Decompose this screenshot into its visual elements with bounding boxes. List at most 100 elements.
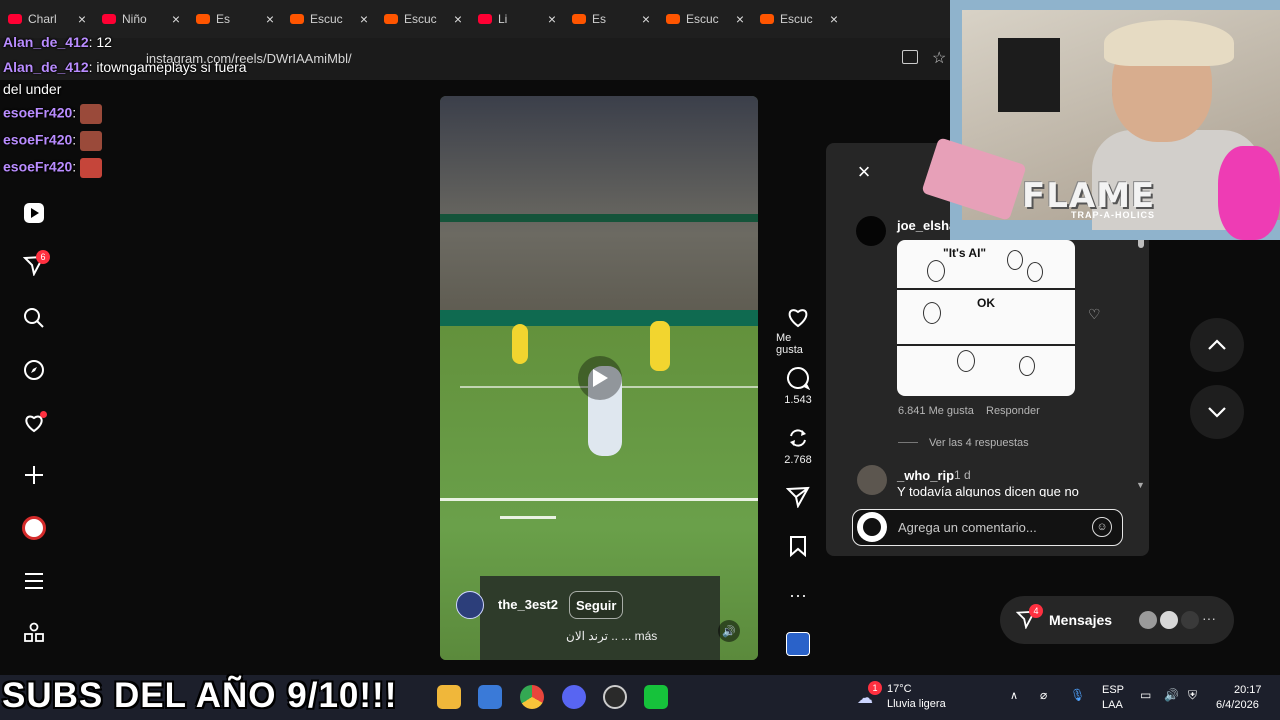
follow-button[interactable]: Seguir <box>569 591 624 619</box>
comment-icon <box>787 366 810 390</box>
tab-title: Escuc <box>404 12 437 26</box>
obs-icon[interactable] <box>603 685 627 709</box>
chat-message: del under <box>3 81 61 97</box>
tab-title: Es <box>216 12 231 26</box>
file-explorer-icon[interactable] <box>437 685 461 709</box>
comment-text: Y todavía algunos dicen que no <box>897 484 1079 497</box>
reel-caption[interactable]: ترند الان .. ... más <box>566 629 657 643</box>
direct-messages-icon[interactable]: 6 <box>22 250 50 277</box>
wall-poster <box>998 38 1060 112</box>
browser-tab[interactable]: Es × <box>564 5 658 33</box>
browser-tab[interactable]: Escuc × <box>282 5 376 33</box>
browser-tab-strip: Charl × Niño × Es × Escuc × Escuc × Li × Es × Escuc × Es… <box>0 0 950 38</box>
tray-chevron-icon[interactable]: ∧ <box>1010 689 1018 702</box>
store-icon[interactable] <box>478 685 502 709</box>
more-options-button[interactable]: ··· <box>776 585 820 606</box>
browser-tab[interactable]: Charl × <box>0 5 94 33</box>
save-button[interactable] <box>776 535 820 557</box>
meme-face <box>1007 250 1023 270</box>
share-button[interactable] <box>776 486 820 508</box>
next-reel-button[interactable] <box>1190 385 1244 439</box>
comment-likes[interactable]: 6.841 Me gusta <box>898 405 974 417</box>
meme-face <box>923 302 941 324</box>
comment-like-heart-icon[interactable]: ♡ <box>1088 306 1101 323</box>
close-icon[interactable]: × <box>852 159 876 184</box>
apps-icon[interactable] <box>22 621 46 645</box>
chat-username: Alan_de_412 <box>3 34 89 50</box>
chat-message: esoeFr420: <box>3 104 103 124</box>
scroll-down-icon[interactable]: ▼ <box>1136 480 1145 490</box>
microphone-icon[interactable]: 🎙 <box>1070 688 1085 702</box>
clock-date[interactable]: 6/4/2026 <box>1216 699 1259 711</box>
browser-tab[interactable]: Niño × <box>94 5 188 33</box>
browser-tab[interactable]: Es × <box>188 5 282 33</box>
previous-reel-button[interactable] <box>1190 318 1244 372</box>
chat-text: : <box>72 158 77 175</box>
commenter-username[interactable]: _who_rip <box>897 468 954 483</box>
menu-icon[interactable] <box>22 569 46 593</box>
view-replies-button[interactable]: Ver las 4 respuestas <box>929 437 1029 449</box>
message-avatar <box>1158 609 1180 631</box>
chat-text: : itowngameplays si fuera <box>88 59 247 75</box>
profile-avatar-icon[interactable] <box>22 516 46 540</box>
like-label: Me gusta <box>776 332 803 356</box>
tab-favicon-icon <box>8 14 22 24</box>
more-icon: ··· <box>1202 610 1216 626</box>
creator-username[interactable]: the_3est2 <box>498 597 558 612</box>
volume-icon[interactable]: 🔊 <box>718 620 740 642</box>
play-button[interactable] <box>578 356 622 400</box>
security-icon[interactable]: ⛨ <box>1188 688 1197 703</box>
tab-close-icon[interactable]: × <box>172 11 180 27</box>
browser-tab[interactable]: Li × <box>470 5 564 33</box>
chrome-icon[interactable] <box>520 685 544 709</box>
tab-close-icon[interactable]: × <box>454 11 462 27</box>
chat-message: Alan_de_412: itowngameplays si fuera <box>3 59 247 75</box>
pitch-line <box>500 516 556 519</box>
weather-description[interactable]: Lluvia ligera <box>887 698 946 710</box>
repost-button[interactable]: 2.768 <box>776 426 820 466</box>
comment-button[interactable]: 1.543 <box>776 366 820 406</box>
browser-tab[interactable]: Escuc × <box>752 5 846 33</box>
meme-text-mid: OK <box>977 296 995 310</box>
chat-username: esoeFr420 <box>3 158 73 175</box>
browser-tab[interactable]: Escuc × <box>376 5 470 33</box>
tab-close-icon[interactable]: × <box>266 11 274 27</box>
search-icon[interactable] <box>22 306 46 330</box>
tab-close-icon[interactable]: × <box>548 11 556 27</box>
bookmark-star-icon[interactable]: ☆ <box>932 48 946 68</box>
creator-avatar[interactable] <box>456 591 484 619</box>
subs-banner: SUBS DEL AÑO 9/10!!! <box>2 676 398 715</box>
like-button[interactable]: Me gusta <box>776 306 820 356</box>
commenter-avatar[interactable] <box>856 216 886 246</box>
install-app-icon[interactable] <box>902 50 918 64</box>
display-icon[interactable]: ▭ <box>1140 688 1151 702</box>
bookmark-icon <box>790 536 806 557</box>
network-icon[interactable]: ⌀ <box>1040 688 1047 702</box>
reply-button[interactable]: Responder <box>986 405 1040 417</box>
comment-placeholder[interactable]: Agrega un comentario... <box>898 520 1037 535</box>
explore-icon[interactable] <box>22 358 46 382</box>
volume-tray-icon[interactable]: 🔊 <box>1164 688 1179 702</box>
tab-favicon-icon <box>102 14 116 24</box>
discord-icon[interactable] <box>562 685 586 709</box>
create-icon[interactable] <box>22 463 46 487</box>
emoji-icon[interactable]: ☺ <box>1092 517 1112 537</box>
chat-message: esoeFr420: <box>3 158 103 178</box>
browser-tab[interactable]: Escuc × <box>658 5 752 33</box>
tab-close-icon[interactable]: × <box>360 11 368 27</box>
commenter-avatar[interactable] <box>857 465 887 495</box>
language-code[interactable]: ESP <box>1102 684 1124 696</box>
reels-icon[interactable] <box>22 201 46 225</box>
tab-close-icon[interactable]: × <box>830 11 838 27</box>
tab-close-icon[interactable]: × <box>736 11 744 27</box>
notifications-heart-icon[interactable] <box>22 411 47 435</box>
tab-close-icon[interactable]: × <box>642 11 650 27</box>
kick-icon[interactable] <box>644 685 668 709</box>
audio-thumbnail[interactable] <box>786 632 810 656</box>
keyboard-layout[interactable]: LAA <box>1102 699 1123 711</box>
tab-favicon-icon <box>196 14 210 24</box>
weather-temperature[interactable]: 17°C <box>887 683 912 695</box>
tab-close-icon[interactable]: × <box>78 11 86 27</box>
clock-time[interactable]: 20:17 <box>1234 684 1262 696</box>
comment-meme-image[interactable]: "It's AI" OK <box>897 240 1075 396</box>
